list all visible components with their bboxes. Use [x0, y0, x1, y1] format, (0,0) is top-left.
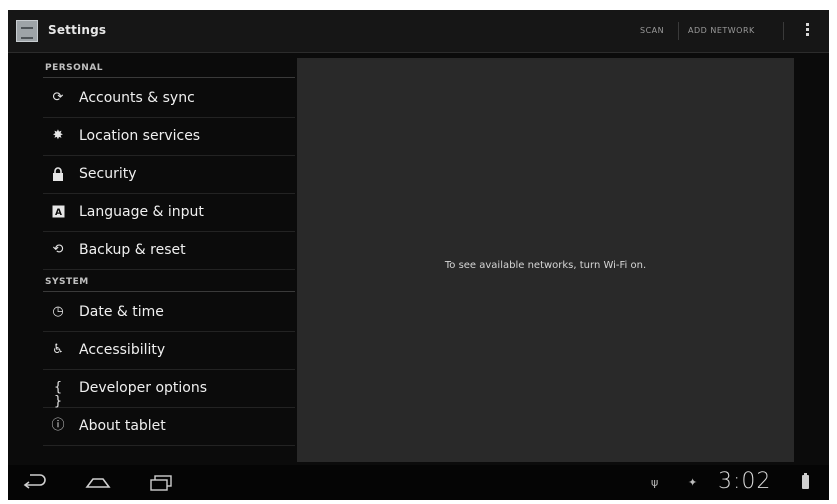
- settings-item-label: Security: [79, 166, 137, 182]
- wifi-content-pane: To see available networks, turn Wi-Fi on…: [297, 58, 794, 462]
- scan-button[interactable]: SCAN: [640, 26, 664, 35]
- backup-icon: ⟲: [52, 242, 64, 257]
- location-icon: ✸: [52, 128, 64, 143]
- info-icon: ⓘ: [51, 418, 65, 433]
- android-debug-icon: ✦: [688, 476, 698, 489]
- recent-apps-button[interactable]: [146, 471, 176, 493]
- overflow-menu-icon[interactable]: [804, 21, 810, 41]
- action-divider: [678, 22, 679, 40]
- wifi-off-message: To see available networks, turn Wi-Fi on…: [444, 260, 647, 271]
- settings-item-accounts-sync[interactable]: ⟳ Accounts & sync: [43, 80, 295, 118]
- back-button[interactable]: [20, 471, 50, 493]
- app-title: Settings: [48, 23, 107, 37]
- settings-item-backup-reset[interactable]: ⟲ Backup & reset: [43, 232, 295, 270]
- settings-item-label: Accounts & sync: [79, 90, 195, 106]
- action-bar: Settings SCAN ADD NETWORK: [8, 10, 829, 53]
- clock-icon: ◷: [52, 304, 64, 319]
- usb-icon: ψ: [651, 476, 659, 489]
- tablet-screen: Settings SCAN ADD NETWORK PERSONAL ⟳ Acc…: [8, 10, 829, 500]
- settings-item-label: Developer options: [79, 380, 208, 396]
- keyboard-icon: A: [51, 205, 65, 219]
- section-header-personal: PERSONAL: [43, 60, 295, 78]
- settings-item-developer-options[interactable]: { } Developer options: [43, 370, 295, 409]
- action-divider: [783, 22, 784, 40]
- system-bar: ψ ✦ 3:02: [8, 465, 829, 500]
- settings-item-label: Date & time: [79, 304, 164, 320]
- settings-item-label: Backup & reset: [79, 242, 186, 258]
- developer-icon: { }: [53, 380, 63, 409]
- settings-item-language-input[interactable]: A Language & input: [43, 194, 295, 232]
- accessibility-icon: ♿: [52, 342, 64, 357]
- home-button[interactable]: [83, 471, 113, 493]
- home-icon: [85, 478, 111, 488]
- back-icon: [23, 474, 46, 489]
- settings-item-date-time[interactable]: ◷ Date & time: [43, 294, 295, 332]
- settings-item-location-services[interactable]: ✸ Location services: [43, 118, 295, 156]
- lock-icon: [51, 167, 65, 181]
- recent-apps-icon: [150, 475, 172, 491]
- add-network-button[interactable]: ADD NETWORK: [688, 26, 755, 35]
- svg-text:A: A: [55, 208, 62, 218]
- settings-app-icon[interactable]: [16, 20, 38, 42]
- battery-icon: [802, 473, 809, 489]
- settings-item-label: Location services: [79, 128, 201, 144]
- status-clock: 3:02: [718, 469, 772, 494]
- settings-item-label: About tablet: [79, 418, 166, 434]
- sync-icon: ⟳: [52, 90, 64, 105]
- settings-item-accessibility[interactable]: ♿ Accessibility: [43, 332, 295, 370]
- settings-item-label: Language & input: [79, 204, 204, 220]
- settings-list: PERSONAL ⟳ Accounts & sync ✸ Location se…: [43, 56, 295, 454]
- settings-item-security[interactable]: Security: [43, 156, 295, 194]
- settings-item-label: Accessibility: [79, 342, 166, 358]
- section-header-system: SYSTEM: [43, 274, 295, 292]
- settings-item-about-tablet[interactable]: ⓘ About tablet: [43, 408, 295, 446]
